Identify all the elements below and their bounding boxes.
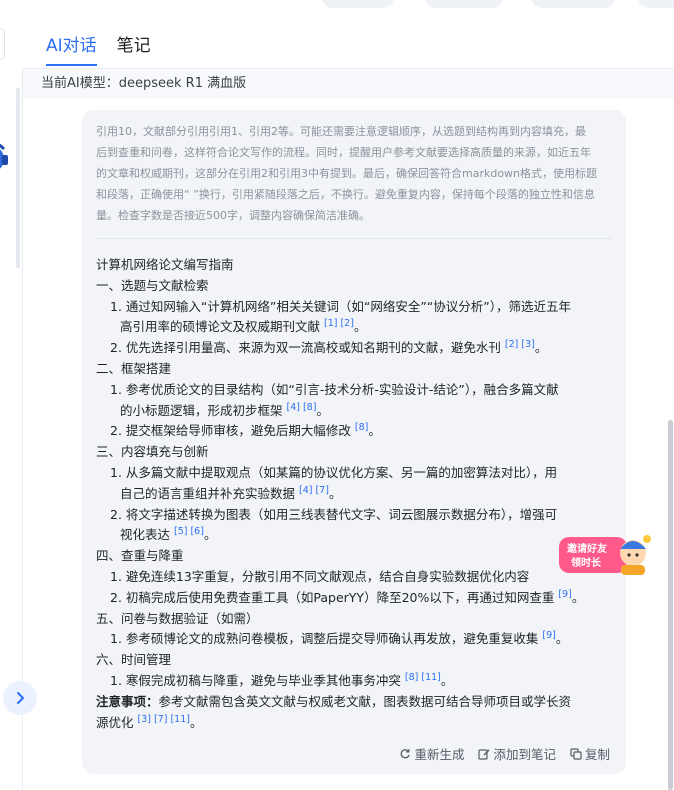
note-paragraph-continuation: 源优化 [3] [7] [11]。 — [96, 713, 203, 730]
list-item: 2. 优先选择引用量高、来源为双一流高校或知名期刊的文献，避免水刊 [2] [3… — [110, 339, 548, 356]
section-heading: 六、时间管理 — [96, 652, 172, 668]
citation-link[interactable]: [4] [7] — [299, 485, 329, 496]
invite-friends-promo[interactable]: 邀请好友 领时长 — [557, 531, 653, 577]
citation-link[interactable]: [3] [7] [11] — [138, 713, 190, 724]
section-heading: 一、选题与文献检索 — [96, 277, 209, 293]
list-item: 1. 参考优质论文的目录结构（如“引言-技术分析-实验设计-结论”），融合多篇文… — [110, 381, 559, 397]
list-item: 2. 将文字描述转换为图表（如用三线表替代文字、词云图展示数据分布），增强可 — [110, 506, 558, 522]
add-to-notes-label: 添加到笔记 — [493, 747, 556, 762]
tab-bar: AI对话 笔记 — [46, 34, 151, 66]
regenerate-button[interactable]: 重新生成 — [399, 744, 464, 763]
thinking-line: 和段落，正确使用“ ”换行，引用紧随段落之后，不换行。避免重复内容，保持每个段落… — [96, 188, 595, 201]
answer-content: 计算机网络论文编写指南 一、选题与文献检索 1. 通过知网输入“计算机网络”相关… — [96, 255, 612, 733]
note-paragraph: 注意事项：参考文献需包含英文文献与权威老文献，图表数据可结合导师项目或学长资 — [96, 693, 572, 709]
list-item: 1. 从多篇文献中提取观点（如某篇的协议优化方案、另一篇的加密算法对比），用 — [110, 464, 558, 480]
list-item: 1. 参考硕博论文的成熟问卷模板，调整后提交导师确认再发放，避免重复收集 [9]… — [110, 630, 569, 647]
section-heading: 四、查重与降重 — [96, 548, 184, 564]
list-item: 2. 初稿完成后使用免费查重工具（如PaperYY）降至20%以下，再通过知网查… — [110, 588, 585, 605]
regenerate-label: 重新生成 — [414, 747, 465, 762]
thinking-line: 引用10，文献部分引用引用1、引用2等。可能还需要注意逻辑顺序，从选题到结构再到… — [96, 125, 586, 138]
top-tab-stub[interactable] — [425, 0, 503, 8]
thinking-line: 的文章和权威期刊，这部分在引用2和引用3中有提到。最后，确保回答符合markdo… — [96, 167, 598, 180]
copy-icon — [570, 747, 582, 760]
top-tab-stub[interactable] — [322, 0, 394, 8]
chevron-right-icon — [17, 692, 24, 704]
thinking-line: 量。检查字数是否接近500字，调整内容确保简洁准确。 — [96, 209, 370, 222]
left-scrollbar[interactable] — [16, 88, 20, 268]
citation-link[interactable]: [9] — [558, 589, 571, 600]
promo-line-1: 邀请好友 — [567, 542, 607, 555]
copy-button[interactable]: 复制 — [570, 744, 610, 763]
edit-note-icon — [478, 748, 490, 760]
citation-link[interactable]: [8] — [355, 422, 368, 433]
list-item: 2. 提交框架给导师审核，避免后期大幅修改 [8]。 — [110, 422, 381, 439]
promo-line-2: 领时长 — [571, 556, 602, 569]
add-to-notes-button[interactable]: 添加到笔记 — [478, 744, 556, 763]
tab-ai-chat[interactable]: AI对话 — [46, 34, 97, 66]
citation-link[interactable]: [2] [3] — [505, 339, 535, 350]
top-tab-stub[interactable] — [531, 0, 615, 8]
list-item-continuation: 自己的语言重组并补充实验数据 [4] [7]。 — [120, 484, 342, 501]
left-panel-stub — [0, 28, 5, 60]
chat-scrollbar-thumb[interactable] — [668, 420, 673, 790]
refresh-icon — [401, 748, 411, 758]
section-heading: 二、框架搭建 — [96, 360, 172, 376]
list-item-continuation: 高引用率的硕博论文及权威期刊文献 [1] [2]。 — [120, 318, 367, 335]
section-heading: 三、内容填充与创新 — [96, 444, 209, 460]
answer-title: 计算机网络论文编写指南 — [96, 257, 234, 272]
assistant-avatar-icon — [0, 143, 8, 169]
list-item: 1. 避免连续13字重复，分散引用不同文献观点，结合自身实验数据优化内容 — [110, 568, 530, 584]
section-heading: 五、问卷与数据验证（如需） — [96, 610, 259, 626]
citation-link[interactable]: [8] [11] — [405, 672, 441, 683]
expand-sidebar-button[interactable] — [3, 681, 37, 715]
list-item: 1. 寒假完成初稿与降重，避免与毕业季其他事务冲突 [8] [11]。 — [110, 671, 454, 688]
thinking-process: 引用10，文献部分引用引用1、引用2等。可能还需要注意逻辑顺序，从选题到结构再到… — [96, 121, 612, 226]
citation-link[interactable]: [9] — [542, 630, 555, 641]
citation-link[interactable]: [5] [6] — [174, 526, 204, 537]
message-actions: 重新生成 添加到笔记 复制 — [399, 744, 610, 763]
list-item-continuation: 的小标题逻辑，形成初步框架 [4] [8]。 — [120, 401, 329, 418]
list-item-continuation: 视化表达 [5] [6]。 — [120, 526, 217, 543]
top-tab-stub[interactable] — [638, 0, 674, 8]
current-model-label: 当前AI模型：deepseek R1 满血版 — [41, 76, 247, 91]
citation-link[interactable]: [1] [2] — [324, 318, 354, 329]
copy-label: 复制 — [584, 747, 610, 762]
thinking-separator — [96, 238, 612, 239]
list-item: 1. 通过知网输入“计算机网络”相关关键词（如“网络安全”“协议分析”），筛选近… — [110, 298, 572, 314]
citation-link[interactable]: [4] [8] — [287, 401, 317, 412]
note-label: 注意事项： — [96, 693, 159, 709]
tab-notes[interactable]: 笔记 — [117, 34, 151, 66]
thinking-line: 后到查重和问卷，这样符合论文写作的流程。同时，提醒用户参考文献要选择高质量的来源… — [96, 146, 591, 159]
